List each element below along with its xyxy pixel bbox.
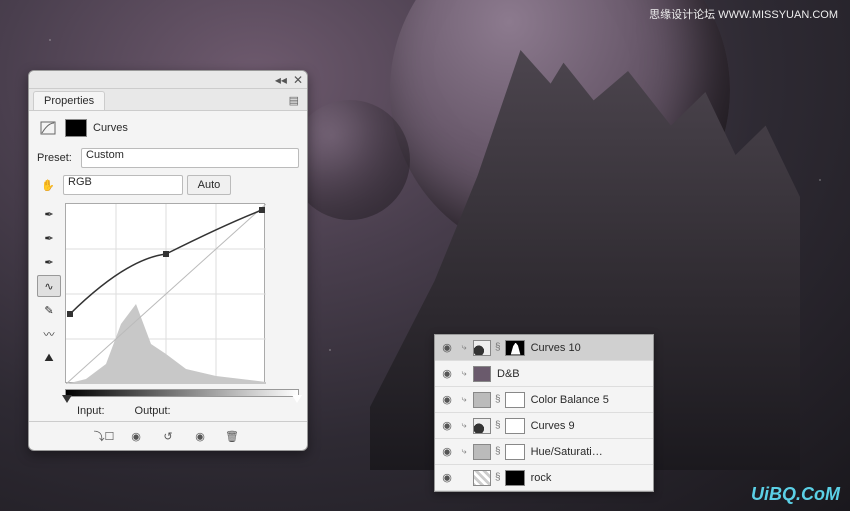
channel-select[interactable]: RGB	[63, 175, 183, 195]
panel-header[interactable]: ◂◂ ✕	[29, 71, 307, 89]
layers-panel: ◉ ⤷ § Curves 10 ◉ ⤷ D&B ◉ ⤷ § Color Balance 5 ◉ ⤷ § Cu…	[434, 334, 654, 492]
layer-name[interactable]: Curves 9	[529, 420, 649, 432]
curve-editor[interactable]	[65, 203, 265, 383]
delete-icon[interactable]: 🗑	[218, 426, 246, 446]
layer-name[interactable]: Curves 10	[529, 342, 649, 354]
visibility-eye-icon[interactable]: ◉	[439, 367, 455, 380]
layer-name[interactable]: D&B	[495, 368, 649, 380]
visibility-eye-icon[interactable]: ◉	[439, 419, 455, 432]
watermark-top: 思缘设计论坛 WWW.MISSYUAN.COM	[649, 6, 838, 22]
background-planet-small	[290, 100, 410, 220]
visibility-eye-icon[interactable]: ◉	[439, 393, 455, 406]
smooth-tool-icon[interactable]: 〰	[37, 323, 61, 345]
adjustment-header: Curves	[29, 111, 307, 145]
layer-row-2[interactable]: ◉ ⤷ § Color Balance 5	[435, 387, 653, 413]
layer-mask-thumb[interactable]	[505, 470, 525, 486]
toggle-visibility-icon[interactable]: ◉	[186, 426, 214, 446]
clip-to-layer-icon[interactable]: ⤵☐	[90, 426, 118, 446]
preset-label: Preset:	[37, 152, 77, 164]
close-icon[interactable]: ✕	[293, 73, 303, 87]
eyedropper-black-icon[interactable]: ✒	[37, 203, 61, 225]
eyedropper-gray-icon[interactable]: ✒	[37, 227, 61, 249]
auto-button[interactable]: Auto	[187, 175, 231, 195]
visibility-eye-icon[interactable]: ◉	[439, 445, 455, 458]
input-label: Input:	[77, 405, 105, 417]
layer-name[interactable]: Hue/Saturati…	[529, 446, 649, 458]
pencil-curve-tool-icon[interactable]: ✎	[37, 299, 61, 321]
clip-indicator: ⤷	[459, 368, 469, 379]
layer-row-5[interactable]: ◉ § rock	[435, 465, 653, 491]
clip-indicator: ⤷	[459, 342, 469, 353]
layer-row-4[interactable]: ◉ ⤷ § Hue/Saturati…	[435, 439, 653, 465]
adjustment-thumb[interactable]	[473, 366, 491, 382]
channel-row: ✋ RGB Auto	[29, 171, 307, 199]
mask-thumb-icon[interactable]	[65, 119, 87, 137]
adjustment-title: Curves	[93, 122, 128, 134]
preset-row: Preset: Custom	[29, 145, 307, 171]
adjustment-thumb[interactable]	[473, 340, 491, 356]
adjustment-thumb[interactable]	[473, 444, 491, 460]
clip-indicator: ⤷	[459, 420, 469, 431]
tab-properties[interactable]: Properties	[33, 91, 105, 110]
layer-row-1[interactable]: ◉ ⤷ D&B	[435, 361, 653, 387]
link-icon[interactable]: §	[495, 472, 501, 483]
panel-menu-icon[interactable]: ▤	[285, 94, 303, 107]
group-thumb[interactable]	[473, 470, 491, 486]
link-icon[interactable]: §	[495, 446, 501, 457]
adjustment-thumb[interactable]	[473, 418, 491, 434]
visibility-eye-icon[interactable]: ◉	[439, 341, 455, 354]
properties-panel: ◂◂ ✕ Properties ▤ Curves Preset: Custom …	[28, 70, 308, 451]
output-label: Output:	[135, 405, 171, 417]
clip-indicator: ⤷	[459, 446, 469, 457]
panel-footer: ⤵☐ ◉ ↺ ◉ 🗑	[29, 421, 307, 450]
watermark-bottom: UiBQ.CoM	[751, 484, 840, 505]
layer-name[interactable]: rock	[529, 472, 649, 484]
layer-mask-thumb[interactable]	[505, 418, 525, 434]
io-labels: Input: Output:	[29, 403, 307, 421]
point-curve-tool-icon[interactable]: ∿	[37, 275, 61, 297]
panel-tabs: Properties ▤	[29, 89, 307, 111]
layer-name[interactable]: Color Balance 5	[529, 394, 649, 406]
curve-tools: ✒ ✒ ✒ ∿ ✎ 〰 ⛰	[37, 203, 61, 383]
clip-histogram-icon[interactable]: ⛰	[37, 347, 61, 369]
layer-mask-thumb[interactable]	[505, 444, 525, 460]
layer-row-3[interactable]: ◉ ⤷ § Curves 9	[435, 413, 653, 439]
layer-row-0[interactable]: ◉ ⤷ § Curves 10	[435, 335, 653, 361]
visibility-eye-icon[interactable]: ◉	[439, 471, 455, 484]
view-previous-icon[interactable]: ◉	[122, 426, 150, 446]
preset-select[interactable]: Custom	[81, 148, 299, 168]
collapse-icon[interactable]: ◂◂	[275, 73, 287, 87]
adjustment-thumb[interactable]	[473, 392, 491, 408]
link-icon[interactable]: §	[495, 342, 501, 353]
reset-icon[interactable]: ↺	[154, 426, 182, 446]
hand-tool-icon[interactable]: ✋	[37, 174, 59, 196]
layer-mask-thumb[interactable]	[505, 340, 525, 356]
curves-adj-icon[interactable]	[37, 117, 59, 139]
eyedropper-white-icon[interactable]: ✒	[37, 251, 61, 273]
link-icon[interactable]: §	[495, 420, 501, 431]
link-icon[interactable]: §	[495, 394, 501, 405]
input-black-white-slider[interactable]	[65, 389, 299, 401]
clip-indicator: ⤷	[459, 394, 469, 405]
layer-mask-thumb[interactable]	[505, 392, 525, 408]
